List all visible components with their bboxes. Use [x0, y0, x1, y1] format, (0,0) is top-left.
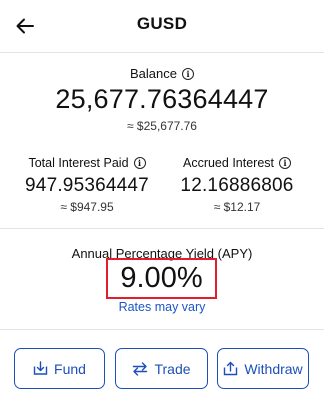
balance-label-row: Balance i: [0, 66, 324, 81]
fund-button[interactable]: Fund: [14, 348, 105, 389]
accrued-interest-value: 12.16886806: [180, 175, 294, 196]
apy-value: 9.00%: [106, 258, 217, 299]
page-title: GUSD: [136, 14, 188, 33]
total-interest-value: 947.95364447: [25, 175, 149, 196]
accrued-interest-label: Accrued Interest: [182, 156, 274, 170]
info-icon[interactable]: i: [181, 67, 194, 80]
total-interest-label: Total Interest Paid: [28, 156, 129, 170]
upload-tray-icon: [224, 361, 238, 376]
trade-button[interactable]: Trade: [115, 348, 208, 389]
header: GUSD: [0, 0, 324, 52]
withdraw-button-label: Withdraw: [244, 360, 303, 377]
accrued-interest-label-row: Accrued Interest i: [162, 156, 312, 170]
balance-value: 25,677.76364447: [55, 84, 269, 114]
balance-usd-value: ≈ $25,677.76: [127, 119, 197, 133]
trade-button-label: Trade: [154, 360, 191, 377]
download-tray-icon: [33, 361, 48, 375]
withdraw-button[interactable]: Withdraw: [217, 348, 309, 389]
divider: [0, 228, 324, 229]
total-interest-section: Total Interest Paid i 947.95364447 ≈ $94…: [12, 156, 162, 214]
divider: [0, 52, 324, 53]
total-interest-usd: ≈ $947.95: [60, 200, 114, 214]
accrued-interest-section: Accrued Interest i 12.16886806 ≈ $12.17: [162, 156, 312, 214]
total-interest-label-row: Total Interest Paid i: [12, 156, 162, 170]
balance-label: Balance: [130, 66, 177, 81]
info-icon[interactable]: i: [133, 157, 146, 169]
fund-button-label: Fund: [54, 360, 86, 377]
accrued-interest-usd: ≈ $12.17: [213, 200, 261, 214]
info-icon[interactable]: i: [279, 157, 291, 169]
swap-arrows-icon: [133, 361, 148, 376]
divider: [0, 329, 324, 330]
rates-may-vary-link[interactable]: Rates may vary: [0, 300, 324, 314]
